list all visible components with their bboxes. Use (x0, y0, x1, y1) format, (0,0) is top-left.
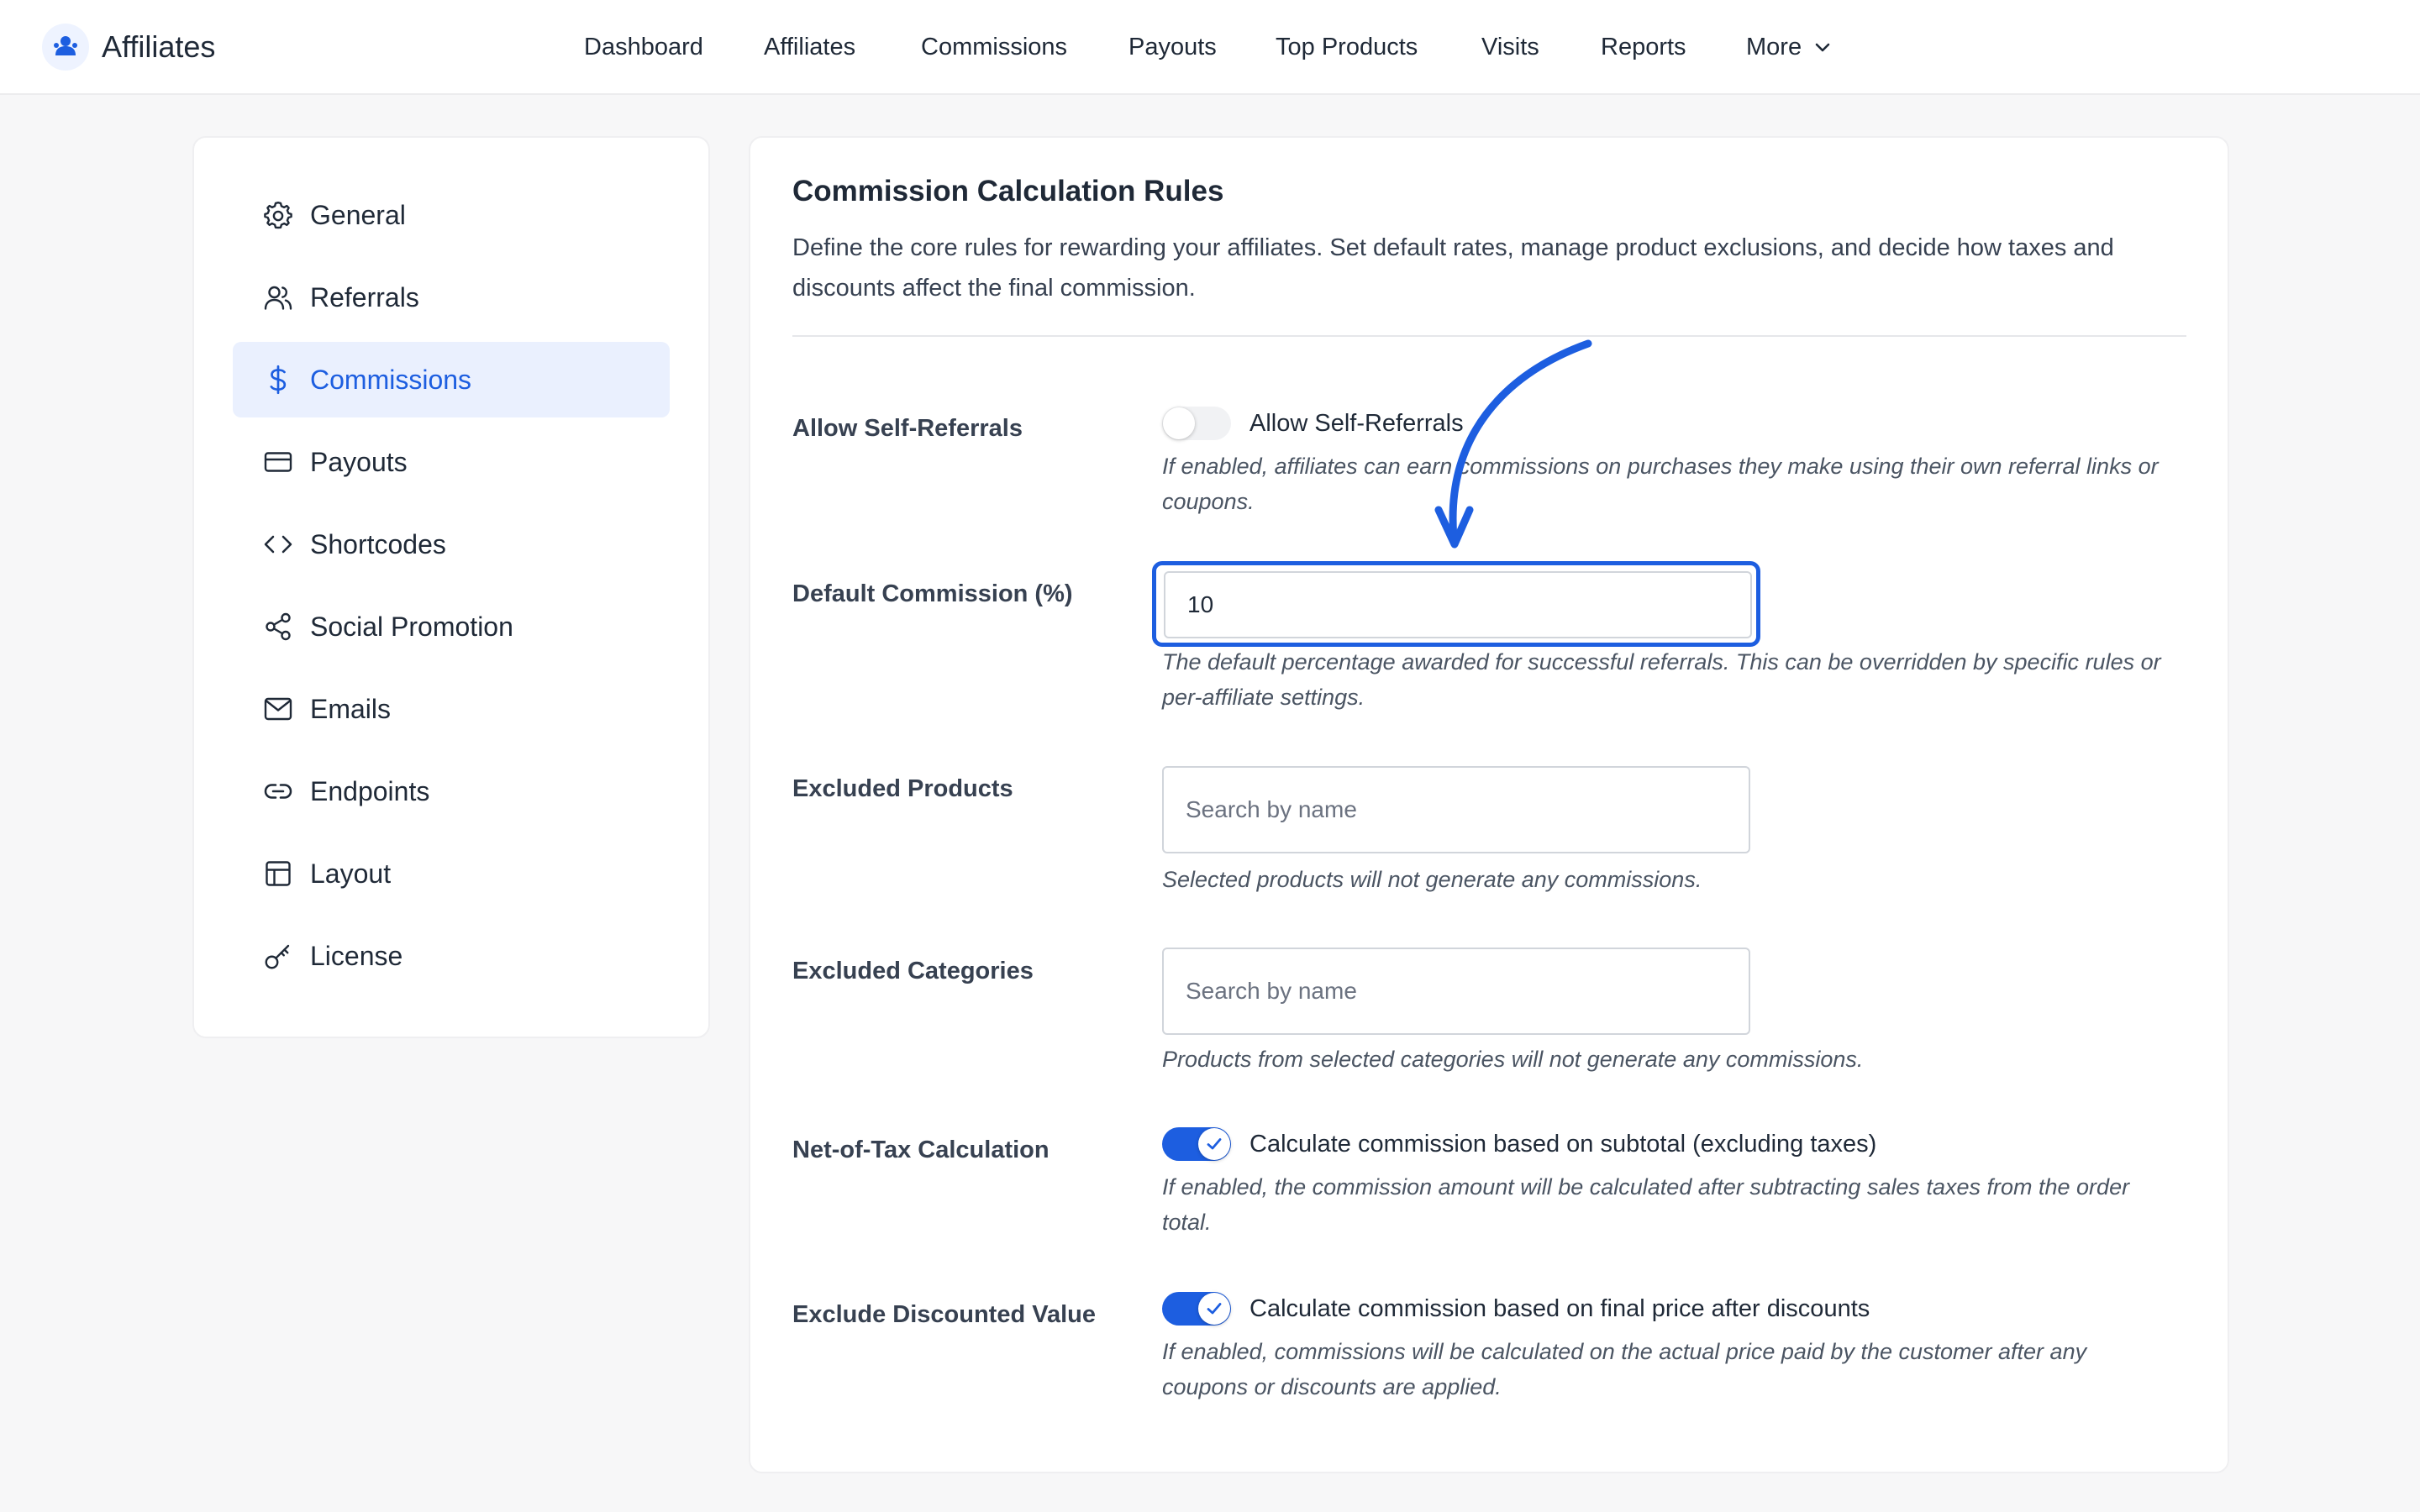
nav-top-products[interactable]: Top Products (1276, 29, 1418, 66)
nav-payouts[interactable]: Payouts (1128, 29, 1217, 66)
mail-icon (261, 692, 295, 726)
toggle-knob (1198, 1128, 1230, 1160)
sidebar-item-social-promotion[interactable]: Social Promotion (233, 589, 670, 664)
sidebar-item-layout[interactable]: Layout (233, 836, 670, 911)
sidebar-item-label: Payouts (310, 446, 408, 477)
self-referrals-label: Allow Self-Referrals (792, 415, 1023, 442)
sidebar-item-endpoints[interactable]: Endpoints (233, 753, 670, 829)
settings-sidebar: General Referrals Commissions Payouts Sh… (192, 136, 710, 1038)
toggle-knob (1198, 1293, 1230, 1325)
exclude-discounted-toggle-label: Calculate commission based on final pric… (1249, 1294, 1870, 1322)
checkmark-icon (1207, 1303, 1222, 1315)
sidebar-item-label: Commissions (310, 364, 472, 395)
net-of-tax-label: Net-of-Tax Calculation (792, 1137, 1050, 1163)
self-referrals-toggle[interactable] (1162, 407, 1231, 440)
sidebar-item-label: Social Promotion (310, 611, 513, 642)
sidebar-item-shortcodes[interactable]: Shortcodes (233, 507, 670, 582)
sidebar-item-commissions[interactable]: Commissions (233, 342, 670, 417)
excluded-categories-search-input[interactable] (1162, 948, 1750, 1035)
commission-settings-panel: Commission Calculation Rules Define the … (749, 136, 2229, 1473)
sidebar-item-label: Shortcodes (310, 528, 446, 559)
brand[interactable]: Affiliates (42, 23, 215, 71)
page-description: Define the core rules for rewarding your… (792, 234, 2114, 302)
exclude-discounted-toggle[interactable] (1162, 1292, 1231, 1326)
default-commission-help: The default percentage awarded for succe… (1162, 649, 2161, 710)
self-referrals-help: If enabled, affiliates can earn commissi… (1162, 454, 2159, 514)
exclude-discounted-help: If enabled, commissions will be calculat… (1162, 1339, 2087, 1399)
chevron-down-icon (1815, 44, 1830, 52)
sidebar-item-label: General (310, 199, 406, 230)
net-of-tax-setting: Calculate commission based on subtotal (… (1162, 1125, 1876, 1163)
excluded-products-search-input[interactable] (1162, 766, 1750, 853)
sidebar-item-label: Referrals (310, 281, 419, 312)
nav-more-label: More (1746, 34, 1802, 60)
key-icon (261, 939, 295, 973)
affiliates-logo-icon (42, 24, 89, 71)
default-commission-input[interactable] (1164, 571, 1752, 638)
net-of-tax-toggle-label: Calculate commission based on subtotal (… (1249, 1130, 1877, 1158)
default-commission-label: Default Commission (%) (792, 580, 1073, 607)
nav-commissions[interactable]: Commissions (921, 29, 1067, 66)
sidebar-item-emails[interactable]: Emails (233, 671, 670, 747)
net-of-tax-toggle[interactable] (1162, 1127, 1231, 1161)
gear-icon (261, 198, 295, 232)
sidebar-item-general[interactable]: General (233, 177, 670, 253)
checkmark-icon (1207, 1138, 1222, 1150)
code-icon (261, 528, 295, 561)
nav-dashboard[interactable]: Dashboard (584, 29, 703, 66)
sidebar-item-label: License (310, 940, 403, 971)
nav-visits[interactable]: Visits (1481, 29, 1539, 66)
toggle-knob (1163, 407, 1195, 439)
sidebar-item-referrals[interactable]: Referrals (233, 260, 670, 335)
self-referrals-setting: Allow Self-Referrals (1162, 404, 1464, 443)
sidebar-item-label: Layout (310, 858, 392, 889)
nav-more[interactable]: More (1746, 29, 1832, 66)
top-navigation-bar: Affiliates Dashboard Affiliates Commissi… (0, 0, 2420, 95)
sidebar-item-label: Emails (310, 693, 392, 724)
nav-affiliates[interactable]: Affiliates (764, 29, 855, 66)
sidebar-item-label: Endpoints (310, 775, 430, 806)
dollar-icon (261, 363, 295, 396)
sidebar-item-payouts[interactable]: Payouts (233, 424, 670, 500)
nav-reports[interactable]: Reports (1601, 29, 1686, 66)
excluded-products-help: Selected products will not generate any … (1162, 867, 1702, 892)
layout-icon (261, 857, 295, 890)
credit-card-icon (261, 445, 295, 479)
excluded-categories-help: Products from selected categories will n… (1162, 1047, 1864, 1072)
excluded-categories-label: Excluded Categories (792, 958, 1034, 984)
page-title: Commission Calculation Rules (792, 175, 1224, 207)
exclude-discounted-setting: Calculate commission based on final pric… (1162, 1289, 1870, 1328)
excluded-products-label: Excluded Products (792, 775, 1013, 802)
net-of-tax-help: If enabled, the commission amount will b… (1162, 1174, 2130, 1235)
self-referrals-toggle-label: Allow Self-Referrals (1249, 409, 1464, 437)
share-icon (261, 610, 295, 643)
app-name: Affiliates (102, 29, 216, 64)
link-icon (261, 774, 295, 808)
users-icon (261, 281, 295, 314)
exclude-discounted-label: Exclude Discounted Value (792, 1301, 1096, 1328)
sidebar-item-license[interactable]: License (233, 918, 670, 994)
divider (792, 335, 2186, 337)
